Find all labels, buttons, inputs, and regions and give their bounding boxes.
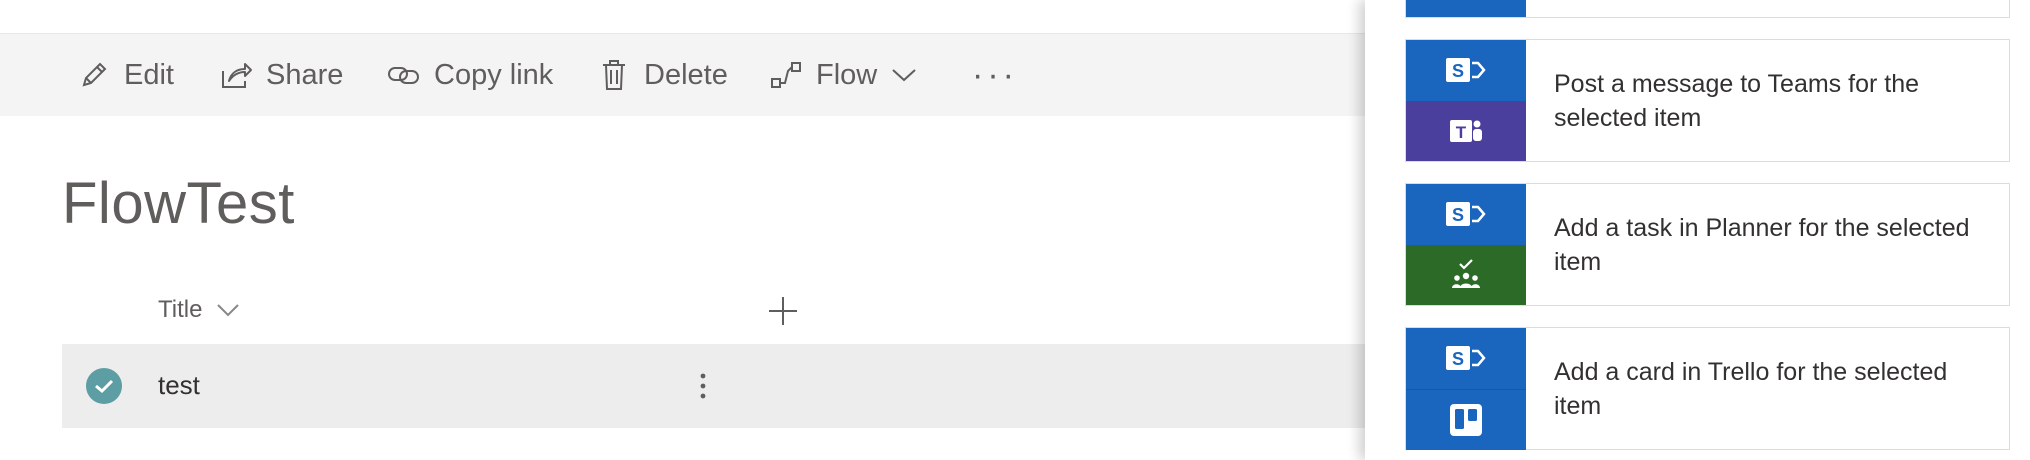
copy-link-button[interactable]: Copy link xyxy=(386,34,553,116)
more-button[interactable]: ··· xyxy=(972,34,1018,116)
delete-label: Delete xyxy=(644,58,728,91)
page-title: FlowTest xyxy=(62,171,295,236)
column-header-title[interactable]: Title xyxy=(158,296,240,324)
flow-template-card-trello[interactable]: S Add a card in Trello for the selected … xyxy=(1405,327,2010,450)
checkmark-icon xyxy=(95,379,114,394)
link-icon xyxy=(386,57,422,93)
edit-label: Edit xyxy=(124,58,174,91)
flow-template-text: Add a card in Trello for the selected it… xyxy=(1554,357,1948,420)
share-icon xyxy=(218,57,254,93)
row-title-cell[interactable]: test xyxy=(158,370,200,401)
flow-button[interactable]: Flow xyxy=(768,34,917,116)
flow-template-text: Post a message to Teams for the selected… xyxy=(1554,69,1920,132)
row-more-icon[interactable] xyxy=(693,364,713,408)
flow-icon xyxy=(768,57,804,93)
sharepoint-icon: S xyxy=(1406,328,1526,389)
add-column-button[interactable] xyxy=(766,294,800,328)
sharepoint-icon: S xyxy=(1406,40,1526,101)
row-selected-check[interactable] xyxy=(86,368,122,404)
card-icons: S xyxy=(1406,184,1526,305)
more-icon: ··· xyxy=(972,55,1018,94)
top-header-strip xyxy=(0,0,1365,34)
teams-icon: T xyxy=(1406,100,1526,161)
sharepoint-icon xyxy=(1406,0,1526,17)
flow-template-text: Add a task in Planner for the selected i… xyxy=(1554,213,1970,276)
copy-link-label: Copy link xyxy=(434,58,554,91)
card-icons: S T xyxy=(1406,40,1526,161)
command-bar: Edit Share Copy link Delete Flow ··· xyxy=(0,34,1365,116)
chevron-down-icon xyxy=(891,67,917,83)
flow-template-card-partial[interactable] xyxy=(1405,0,2010,18)
card-icons xyxy=(1406,0,1526,17)
svg-text:S: S xyxy=(1452,61,1464,81)
delete-button[interactable]: Delete xyxy=(596,34,728,116)
edit-button[interactable]: Edit xyxy=(76,34,174,116)
share-label: Share xyxy=(266,58,344,91)
plus-icon xyxy=(769,297,797,325)
svg-text:T: T xyxy=(1456,123,1467,142)
flow-label: Flow xyxy=(816,58,878,91)
svg-text:S: S xyxy=(1452,205,1464,225)
svg-text:S: S xyxy=(1452,349,1464,369)
pencil-icon xyxy=(76,57,112,93)
chevron-down-icon xyxy=(216,303,240,317)
card-icons: S xyxy=(1406,328,1526,450)
table-row[interactable]: test xyxy=(62,344,1365,428)
column-header-label: Title xyxy=(158,296,203,323)
flow-template-card-teams[interactable]: S T Post a message to Teams for the sele… xyxy=(1405,39,2010,162)
trash-icon xyxy=(596,57,632,93)
sharepoint-icon: S xyxy=(1406,184,1526,245)
flow-template-card-planner[interactable]: S Add a task in Planner for the selected… xyxy=(1405,183,2010,306)
planner-icon xyxy=(1406,244,1526,305)
trello-icon xyxy=(1406,388,1526,450)
flow-templates-panel: S T Post a message to Teams for the sele… xyxy=(1365,0,2030,460)
share-button[interactable]: Share xyxy=(218,34,343,116)
